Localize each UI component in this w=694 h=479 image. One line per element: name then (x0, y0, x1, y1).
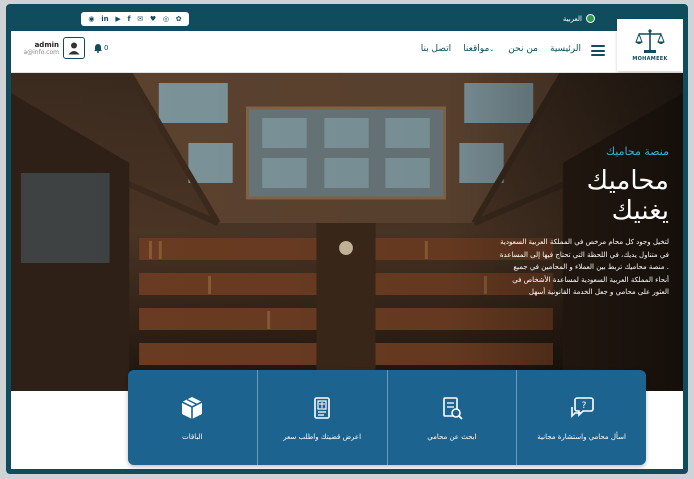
user-area: admin a@info.com 0 (11, 37, 108, 59)
document-search-icon (443, 396, 463, 420)
services-cards: ? اسأل محامي واستشارة مجانية ابحث عن محا… (128, 370, 646, 465)
scales-of-justice-icon (635, 29, 665, 53)
top-bar: ◉ in ▶ f ✉ ♥ ◎ ✿ العربية (11, 9, 683, 31)
card-label: ابحث عن محامي (427, 432, 477, 441)
user-name: admin (34, 40, 59, 49)
hero-title: محاميك يغنيك (586, 166, 669, 226)
language-switcher[interactable]: العربية (563, 14, 595, 23)
bell-icon (94, 44, 102, 53)
notification-count: 0 (104, 44, 109, 52)
twitter-icon[interactable]: ♥ (150, 15, 156, 23)
notifications[interactable]: 0 (93, 43, 108, 53)
card-label: الباقات (182, 432, 203, 441)
avatar[interactable] (63, 37, 85, 59)
hero-subtitle: منصة محاميك (606, 145, 669, 158)
card-label: اسأل محامي واستشارة مجانية (537, 432, 626, 441)
language-flag-icon[interactable] (586, 14, 595, 23)
site-logo[interactable]: MOHAMEEK (617, 19, 683, 71)
card-packages[interactable]: الباقات (128, 370, 257, 465)
nav-label: اتصل بنا (420, 44, 452, 54)
card-ask-lawyer[interactable]: ? اسأل محامي واستشارة مجانية (516, 370, 646, 465)
chat-question-icon: ? (570, 396, 594, 418)
nav-label: مواقعنا (463, 44, 490, 54)
nav-label: من نحن (508, 44, 538, 54)
package-icon (182, 396, 203, 419)
nav-label: الرئيسية (550, 44, 581, 54)
nav-contact[interactable]: اتصل بنا (421, 44, 451, 54)
svg-text:?: ? (581, 401, 586, 411)
main-navbar: الرئيسية من نحن مواقعنا⌄ اتصل بنا admin a@i… (11, 31, 683, 73)
linkedin-icon[interactable]: in (101, 15, 108, 23)
language-label[interactable]: العربية (563, 15, 582, 23)
hero-section: منصة محاميك محاميك يغنيك لتخيل وجود كل م… (11, 73, 683, 391)
snapchat-icon[interactable]: ✿ (176, 15, 182, 23)
nav-menu: الرئيسية من نحن مواقعنا⌄ اتصل بنا (421, 44, 581, 54)
hero-description: لتخيل وجود كل محام مرخص في المملكة العرب… (499, 238, 669, 296)
chevron-down-icon[interactable]: ⌄ (489, 46, 494, 53)
nav-about[interactable]: من نحن (508, 44, 538, 54)
card-label: اعرض قضيتك واطلب سعر (283, 432, 362, 441)
user-icon (68, 42, 80, 55)
legal-document-icon (314, 396, 330, 419)
card-submit-case[interactable]: اعرض قضيتك واطلب سعر (256, 370, 387, 465)
hamburger-menu-icon[interactable] (591, 45, 605, 56)
social-links: ◉ in ▶ f ✉ ♥ ◎ ✿ (81, 12, 189, 26)
logo-text: MOHAMEEK (632, 56, 668, 62)
hero-text: منصة محاميك محاميك يغنيك لتخيل وجود كل م… (499, 145, 669, 299)
facebook-icon[interactable]: f (127, 15, 130, 23)
youtube-icon[interactable]: ▶ (115, 15, 120, 23)
nav-home[interactable]: الرئيسية (550, 44, 581, 54)
instagram-icon[interactable]: ◉ (88, 15, 94, 23)
user-email: a@info.com (23, 48, 59, 56)
browser-frame: ◉ in ▶ f ✉ ♥ ◎ ✿ العربية MOHAMEEK الرئيسية من نح… (6, 4, 688, 474)
card-find-lawyer[interactable]: ابحث عن محامي (386, 370, 517, 465)
email-icon[interactable]: ✉ (137, 15, 143, 23)
whatsapp-icon[interactable]: ◎ (163, 15, 169, 23)
user-info: admin a@info.com (11, 41, 59, 56)
nav-sites[interactable]: مواقعنا⌄ (463, 44, 496, 54)
